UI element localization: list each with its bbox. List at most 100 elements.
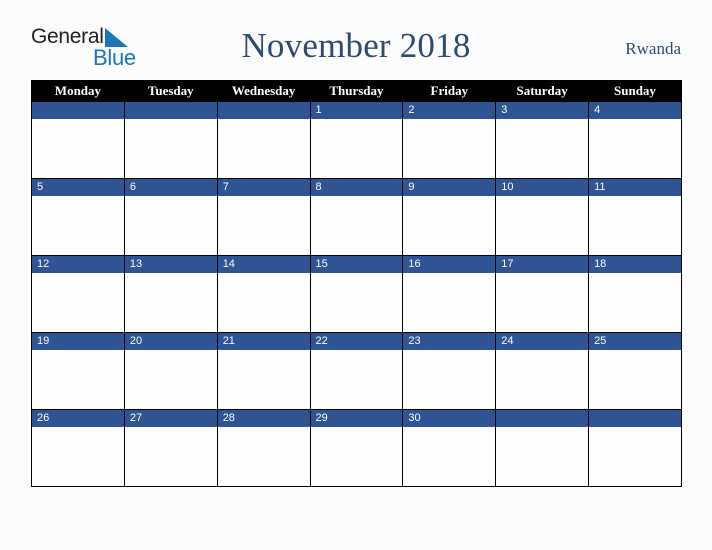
calendar-day-cell[interactable]: 5 — [31, 178, 125, 256]
calendar-day-cell[interactable]: 23 — [402, 332, 497, 410]
calendar-day-cell[interactable]: 22 — [309, 332, 404, 410]
day-number: 22 — [310, 333, 403, 350]
calendar-day-cell[interactable]: 21 — [216, 332, 311, 410]
calendar-day-cell[interactable]: 1 — [309, 101, 404, 179]
calendar-day-cell[interactable]: 9 — [402, 178, 497, 256]
calendar-day-cell[interactable]: 14 — [216, 255, 311, 333]
day-notes-area[interactable] — [124, 119, 217, 178]
calendar-day-cell[interactable]: 24 — [495, 332, 590, 410]
calendar-day-cell[interactable]: 11 — [588, 178, 682, 256]
day-number: 11 — [589, 179, 681, 196]
calendar-day-cell[interactable] — [216, 101, 311, 179]
calendar-week-row: 19 20 21 22 23 24 25 — [31, 332, 682, 410]
weekday-header-friday: Friday — [402, 80, 497, 102]
day-notes-area[interactable] — [217, 196, 310, 255]
calendar-day-cell[interactable]: 16 — [402, 255, 497, 333]
day-notes-area[interactable] — [310, 273, 403, 332]
day-notes-area[interactable] — [496, 119, 589, 178]
day-notes-area[interactable] — [589, 350, 681, 409]
calendar-day-cell[interactable]: 15 — [309, 255, 404, 333]
weekday-header-wednesday: Wednesday — [216, 80, 311, 102]
day-number: 17 — [496, 256, 589, 273]
country-label: Rwanda — [625, 39, 681, 58]
day-notes-area[interactable] — [217, 427, 310, 486]
calendar-week-row: 12 13 14 15 16 17 18 — [31, 255, 682, 333]
day-notes-area[interactable] — [403, 350, 496, 409]
calendar-day-cell[interactable]: 3 — [495, 101, 590, 179]
day-notes-area[interactable] — [124, 350, 217, 409]
day-number: 10 — [496, 179, 589, 196]
day-notes-area[interactable] — [589, 119, 681, 178]
day-notes-area[interactable] — [310, 119, 403, 178]
day-notes-area[interactable] — [403, 273, 496, 332]
calendar-day-cell[interactable]: 25 — [588, 332, 682, 410]
day-notes-area[interactable] — [310, 196, 403, 255]
calendar-day-cell[interactable]: 17 — [495, 255, 590, 333]
day-notes-area[interactable] — [124, 273, 217, 332]
day-notes-area[interactable] — [496, 350, 589, 409]
day-notes-area[interactable] — [589, 196, 681, 255]
calendar-day-cell[interactable]: 7 — [216, 178, 311, 256]
calendar-day-cell[interactable]: 4 — [588, 101, 682, 179]
day-number: 9 — [403, 179, 496, 196]
day-notes-area[interactable] — [124, 196, 217, 255]
day-notes-area[interactable] — [124, 427, 217, 486]
day-notes-area[interactable] — [310, 350, 403, 409]
calendar-day-cell[interactable]: 13 — [123, 255, 218, 333]
day-number: 26 — [32, 410, 124, 427]
day-number — [217, 102, 310, 119]
page-header: General Blue November 2018 Rwanda — [0, 22, 712, 74]
day-number: 25 — [589, 333, 681, 350]
calendar-week-row: 1 2 3 4 — [31, 101, 682, 179]
calendar-day-cell[interactable]: 26 — [31, 409, 125, 487]
calendar-day-cell[interactable]: 20 — [123, 332, 218, 410]
calendar-day-cell[interactable] — [31, 101, 125, 179]
day-notes-area[interactable] — [403, 119, 496, 178]
day-notes-area[interactable] — [32, 350, 124, 409]
day-notes-area[interactable] — [403, 427, 496, 486]
day-number: 14 — [217, 256, 310, 273]
day-notes-area[interactable] — [217, 273, 310, 332]
calendar-day-cell[interactable] — [495, 409, 590, 487]
day-number: 28 — [217, 410, 310, 427]
calendar-day-cell[interactable]: 27 — [123, 409, 218, 487]
calendar-day-cell[interactable]: 8 — [309, 178, 404, 256]
day-number: 2 — [403, 102, 496, 119]
day-notes-area[interactable] — [310, 427, 403, 486]
day-notes-area[interactable] — [32, 427, 124, 486]
calendar-week-row: 5 6 7 8 9 10 11 — [31, 178, 682, 256]
day-notes-area[interactable] — [403, 196, 496, 255]
day-number: 23 — [403, 333, 496, 350]
calendar-day-cell[interactable]: 6 — [123, 178, 218, 256]
day-notes-area[interactable] — [496, 273, 589, 332]
day-notes-area[interactable] — [32, 196, 124, 255]
day-notes-area[interactable] — [496, 427, 589, 486]
day-notes-area[interactable] — [496, 196, 589, 255]
day-notes-area[interactable] — [217, 119, 310, 178]
day-notes-area[interactable] — [589, 427, 681, 486]
calendar-day-cell[interactable]: 19 — [31, 332, 125, 410]
calendar-day-cell[interactable]: 30 — [402, 409, 497, 487]
day-notes-area[interactable] — [217, 350, 310, 409]
calendar-day-cell[interactable] — [588, 409, 682, 487]
day-number: 29 — [310, 410, 403, 427]
calendar-header-row: Monday Tuesday Wednesday Thursday Friday… — [31, 80, 682, 102]
day-notes-area[interactable] — [32, 273, 124, 332]
calendar-day-cell[interactable]: 10 — [495, 178, 590, 256]
day-number: 30 — [403, 410, 496, 427]
calendar-day-cell[interactable] — [123, 101, 218, 179]
day-number: 6 — [124, 179, 217, 196]
day-notes-area[interactable] — [589, 273, 681, 332]
day-number: 13 — [124, 256, 217, 273]
day-number: 21 — [217, 333, 310, 350]
calendar-week-row: 26 27 28 29 30 — [31, 409, 682, 487]
day-number: 19 — [32, 333, 124, 350]
calendar-day-cell[interactable]: 29 — [309, 409, 404, 487]
day-notes-area[interactable] — [32, 119, 124, 178]
page-title: November 2018 — [241, 26, 471, 65]
calendar-day-cell[interactable]: 2 — [402, 101, 497, 179]
calendar-day-cell[interactable]: 28 — [216, 409, 311, 487]
calendar-day-cell[interactable]: 12 — [31, 255, 125, 333]
weekday-header-saturday: Saturday — [495, 80, 590, 102]
calendar-day-cell[interactable]: 18 — [588, 255, 682, 333]
